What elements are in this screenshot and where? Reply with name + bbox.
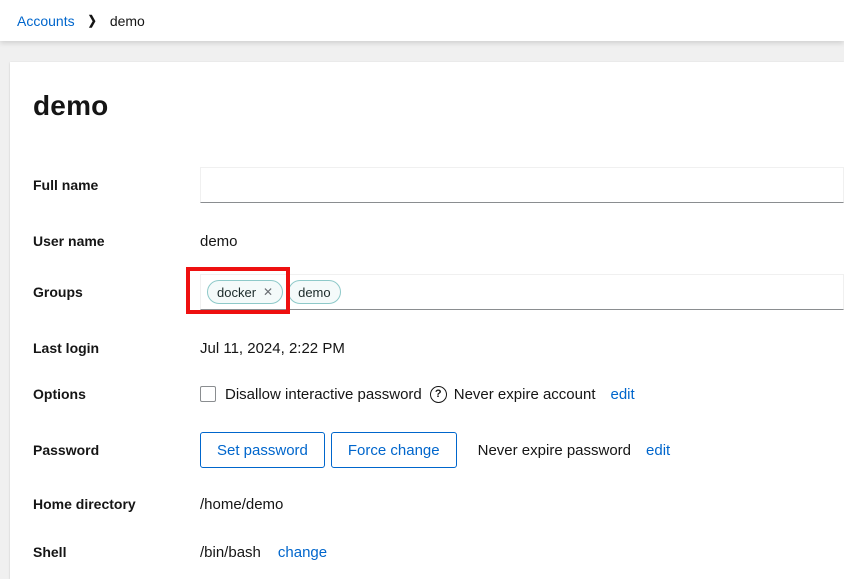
last-login-value: Jul 11, 2024, 2:22 PM <box>200 340 844 357</box>
row-password: Password Set password Force change Never… <box>33 432 844 468</box>
breadcrumb-current: demo <box>110 13 145 29</box>
breadcrumb-accounts-link[interactable]: Accounts <box>17 13 75 29</box>
row-full-name: Full name <box>33 167 844 203</box>
row-user-name: User name demo <box>33 231 844 251</box>
row-last-login: Last login Jul 11, 2024, 2:22 PM <box>33 338 844 358</box>
user-name-value: demo <box>200 233 844 250</box>
row-groups: Groups docker ✕ demo <box>33 274 844 310</box>
group-chip-label: docker <box>217 285 256 300</box>
last-login-label: Last login <box>33 340 200 356</box>
home-directory-value: /home/demo <box>200 496 844 513</box>
page-title: demo <box>33 90 844 122</box>
full-name-input[interactable] <box>200 167 844 203</box>
never-expire-account-text: Never expire account <box>454 386 596 403</box>
shell-value: /bin/bash <box>200 544 261 561</box>
account-details-card: demo Full name User name demo Groups doc… <box>10 62 844 579</box>
help-icon[interactable]: ? <box>430 386 447 403</box>
groups-input[interactable]: docker ✕ demo <box>200 274 844 310</box>
password-expire-edit-link[interactable]: edit <box>646 442 670 459</box>
account-form: Full name User name demo Groups docker ✕ <box>33 167 844 562</box>
remove-group-icon[interactable]: ✕ <box>263 286 273 298</box>
row-home-directory: Home directory /home/demo <box>33 494 844 514</box>
group-chip-label: demo <box>298 285 331 300</box>
options-label: Options <box>33 386 200 402</box>
never-expire-password-text: Never expire password <box>478 442 631 459</box>
shell-label: Shell <box>33 544 200 560</box>
row-shell: Shell /bin/bash change <box>33 542 844 562</box>
groups-label: Groups <box>33 284 200 300</box>
disallow-password-checkbox[interactable] <box>200 386 216 402</box>
shell-change-link[interactable]: change <box>278 544 327 561</box>
force-change-button[interactable]: Force change <box>331 432 457 468</box>
breadcrumb-bar: Accounts ❯ demo <box>0 0 844 41</box>
full-name-label: Full name <box>33 177 200 193</box>
account-expire-edit-link[interactable]: edit <box>611 386 635 403</box>
user-name-label: User name <box>33 233 200 249</box>
row-options: Options Disallow interactive password ? … <box>33 384 844 404</box>
disallow-password-label: Disallow interactive password <box>225 386 422 403</box>
breadcrumb-chevron-icon: ❯ <box>88 13 97 28</box>
password-label: Password <box>33 442 200 458</box>
group-chip-docker: docker ✕ <box>207 280 283 304</box>
set-password-button[interactable]: Set password <box>200 432 325 468</box>
group-chip-demo: demo <box>288 280 341 304</box>
home-directory-label: Home directory <box>33 496 200 512</box>
